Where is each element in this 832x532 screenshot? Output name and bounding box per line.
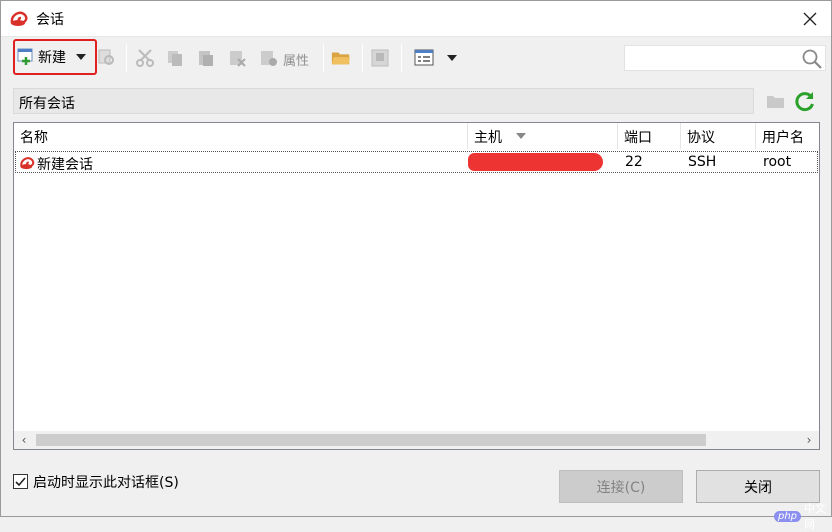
window-title: 会话: [36, 12, 64, 28]
new-session-icon: [17, 48, 33, 65]
current-folder-label: 所有会话: [19, 96, 75, 112]
scroll-left-icon[interactable]: ‹: [16, 432, 32, 448]
horizontal-scrollbar[interactable]: ‹ ›: [14, 431, 819, 449]
properties-icon[interactable]: [259, 48, 279, 68]
session-icon: [20, 157, 35, 170]
watermark: php 中文网: [774, 500, 831, 532]
session-protocol: SSH: [688, 154, 717, 170]
close-button[interactable]: 关闭: [696, 470, 820, 503]
sort-descending-icon: [516, 133, 526, 139]
checkmark-icon: [15, 477, 26, 487]
list-header: 名称 主机 端口 协议 用户名: [14, 123, 819, 149]
column-header-user[interactable]: 用户名: [756, 123, 819, 149]
watermark-text: 中文网: [804, 502, 827, 531]
toolbar-separator: [126, 44, 127, 72]
toolbar-separator: [401, 44, 402, 72]
properties-label: 属性: [283, 54, 310, 69]
search-input[interactable]: [624, 45, 826, 71]
paste-icon[interactable]: [196, 48, 216, 68]
show-on-start-checkbox[interactable]: [13, 474, 28, 489]
open-session-icon[interactable]: [370, 48, 390, 68]
column-header-host-label: 主机: [474, 130, 502, 146]
column-header-protocol[interactable]: 协议: [681, 123, 756, 149]
toolbar: 新建 属性: [1, 38, 831, 82]
sessions-dialog: 会话 新建 属性 所有会话 名称 主机 端口 协议 用户名 新建会话 22 SS…: [0, 0, 832, 531]
close-window-button[interactable]: [795, 5, 825, 33]
session-list: 名称 主机 端口 协议 用户名 新建会话 22 SSH root ‹ ›: [13, 122, 820, 450]
dropdown-arrow-icon[interactable]: [76, 54, 86, 60]
session-user: root: [763, 154, 792, 170]
column-header-port[interactable]: 端口: [618, 123, 681, 149]
column-header-name[interactable]: 名称: [14, 123, 468, 149]
connect-button[interactable]: 连接(C): [559, 470, 683, 503]
session-path-bar[interactable]: 所有会话: [13, 88, 754, 114]
toolbar-separator: [323, 44, 324, 72]
watermark-logo: php: [774, 510, 802, 522]
search-icon[interactable]: [801, 48, 823, 70]
title-bar: 会话: [1, 1, 831, 37]
scroll-right-icon[interactable]: ›: [801, 432, 817, 448]
folder-icon[interactable]: [331, 48, 351, 68]
table-row[interactable]: 新建会话 22 SSH root: [15, 151, 818, 173]
session-port: 22: [625, 154, 643, 170]
redacted-host: [468, 153, 603, 171]
scrollbar-thumb[interactable]: [36, 434, 706, 446]
find-icon[interactable]: [97, 48, 117, 68]
delete-icon[interactable]: [228, 48, 248, 68]
new-session-button[interactable]: 新建: [13, 39, 97, 75]
refresh-icon[interactable]: [794, 90, 816, 112]
show-on-start-label[interactable]: 启动时显示此对话框(S): [33, 472, 179, 492]
toolbar-separator: [362, 44, 363, 72]
folder-up-icon[interactable]: [766, 91, 786, 111]
close-icon: [803, 12, 817, 26]
copy-icon[interactable]: [165, 48, 185, 68]
column-header-host[interactable]: 主机: [468, 123, 618, 149]
view-dropdown-icon[interactable]: [442, 48, 462, 68]
snail-app-icon: [10, 11, 28, 26]
session-name: 新建会话: [37, 157, 93, 173]
cut-icon[interactable]: [135, 48, 155, 68]
view-mode-icon[interactable]: [414, 48, 434, 68]
new-session-label: 新建: [38, 50, 66, 66]
